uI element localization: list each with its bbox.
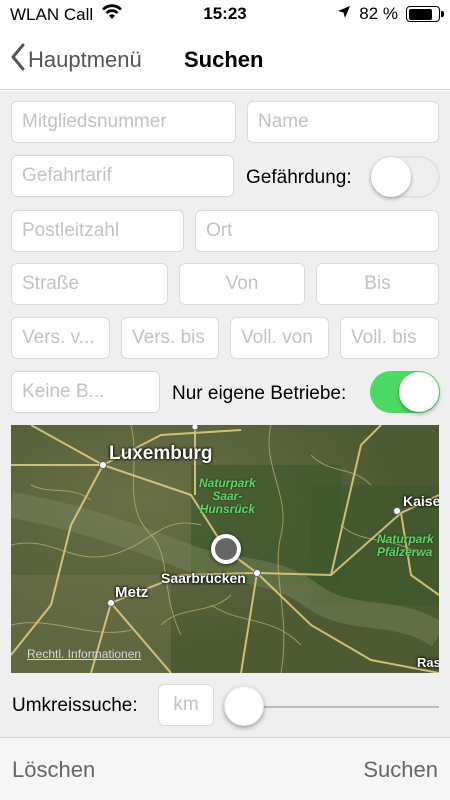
strasse-input[interactable]: Straße [11, 263, 168, 305]
gefaehrdung-toggle[interactable] [370, 156, 440, 198]
chevron-left-icon [10, 42, 26, 78]
search-button[interactable]: Suchen [363, 757, 438, 783]
nur-eigene-betriebe-toggle[interactable] [370, 371, 440, 413]
bottom-toolbar: Löschen Suchen [0, 737, 450, 800]
map-label-saarbruecken: Saarbrücken [161, 570, 246, 586]
legal-info-link[interactable]: Rechtl. Informationen [27, 647, 141, 661]
battery-icon [406, 6, 444, 22]
nur-eigene-betriebe-label: Nur eigene Betriebe: [172, 383, 347, 404]
mitgliedsnummer-input[interactable]: Mitgliedsnummer [11, 101, 236, 143]
status-bar: WLAN Call 15:23 82 % [0, 0, 450, 30]
map-label-kaise: Kaise [403, 493, 439, 509]
gefaehrdung-label: Gefährdung: [246, 167, 352, 188]
vers-von-input[interactable]: Vers. v... [11, 317, 110, 359]
map-park-saar-hunsrueck: Naturpark Saar- Hunsrück [199, 476, 256, 516]
back-button[interactable]: Hauptmenü [10, 42, 142, 78]
battery-percent: 82 % [359, 4, 398, 23]
vers-bis-input[interactable]: Vers. bis [121, 317, 219, 359]
name-input[interactable]: Name [247, 101, 439, 143]
radius-slider-track[interactable] [246, 706, 439, 708]
map-park-pfaelzerwald: Naturpark Pfälzerwa [377, 532, 434, 559]
gefahrtarif-input[interactable]: Gefahrtarif [11, 155, 234, 197]
navigation-bar: Hauptmenü Suchen [0, 30, 450, 90]
map-label-luxemburg: Luxemburg [109, 443, 213, 464]
location-pin-icon[interactable] [211, 534, 241, 564]
location-arrow-icon [337, 4, 351, 24]
hausnummer-von-input[interactable]: Von [179, 263, 305, 305]
voll-von-input[interactable]: Voll. von [230, 317, 329, 359]
umkreissuche-label: Umkreissuche: [12, 695, 138, 716]
map-label-metz: Metz [115, 584, 149, 601]
postleitzahl-input[interactable]: Postleitzahl [11, 210, 184, 252]
keine-b-input[interactable]: Keine B... [11, 371, 160, 413]
map-label-ras: Ras [417, 655, 439, 670]
status-right: 82 % [337, 4, 444, 24]
ort-input[interactable]: Ort [195, 210, 439, 252]
toggle-knob [399, 372, 439, 412]
hausnummer-bis-input[interactable]: Bis [316, 263, 439, 305]
map-view[interactable]: Luxemburg Naturpark Saar- Hunsrück Natur… [11, 425, 439, 673]
back-button-label: Hauptmenü [28, 47, 142, 72]
clear-button[interactable]: Löschen [12, 757, 95, 783]
toggle-knob [371, 157, 411, 197]
radius-km-input[interactable]: km [158, 684, 214, 726]
radius-slider-thumb[interactable] [224, 686, 264, 726]
page-title: Suchen [184, 47, 264, 72]
voll-bis-input[interactable]: Voll. bis [340, 317, 439, 359]
